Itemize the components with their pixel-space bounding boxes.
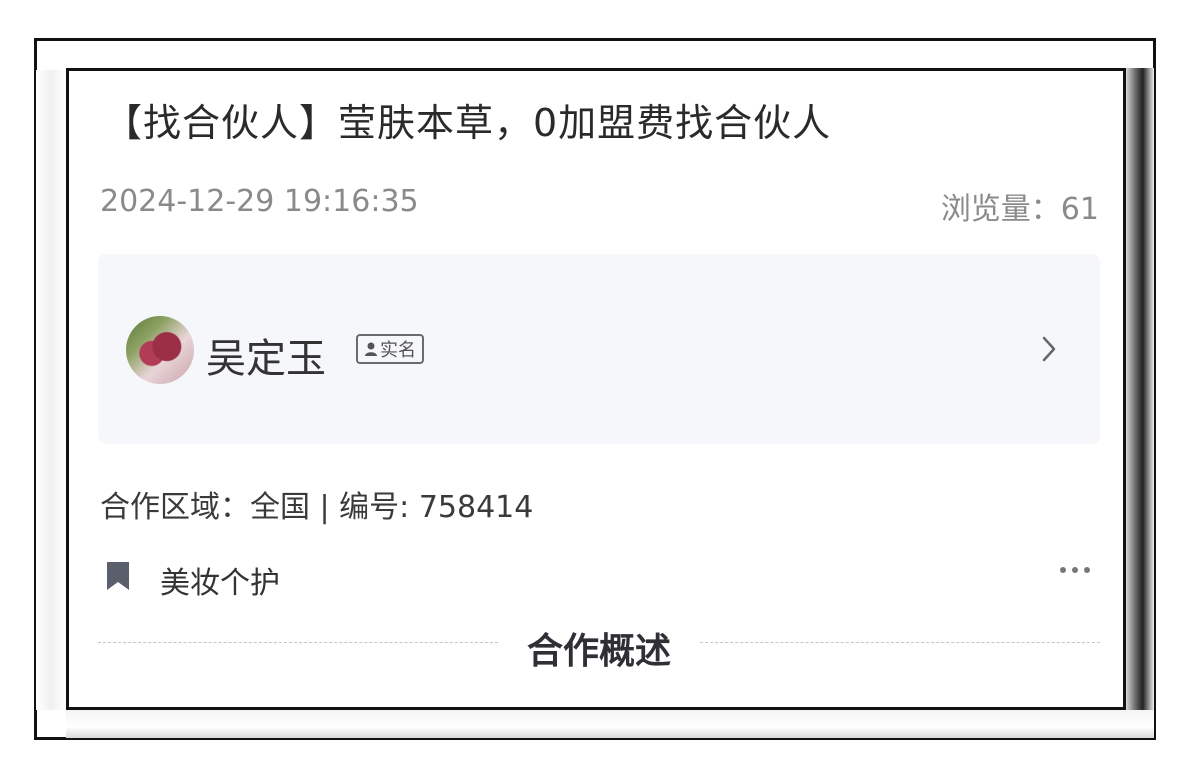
post-title: 【找合伙人】莹肤本草，0加盟费找合伙人 xyxy=(104,101,832,145)
author-card[interactable]: 吴定玉 实名 xyxy=(98,254,1100,444)
bookmark-icon xyxy=(107,562,129,590)
category-label: 美妆个护 xyxy=(160,566,280,601)
person-icon xyxy=(365,342,377,356)
more-dots-icon[interactable] xyxy=(1058,564,1092,576)
category-row: 美妆个护 xyxy=(104,558,1096,601)
divider-line-right xyxy=(700,642,1100,643)
avatar[interactable] xyxy=(126,316,194,384)
section-divider: 合作概述 xyxy=(98,622,1100,672)
frame-shade-right xyxy=(1126,68,1154,710)
section-title: 合作概述 xyxy=(526,631,671,672)
verified-badge-label: 实名 xyxy=(380,340,416,361)
author-name: 吴定玉 xyxy=(206,336,326,382)
chevron-right-icon[interactable] xyxy=(1034,332,1064,366)
region-and-id: 合作区域：全国 | 编号: 758414 xyxy=(100,490,534,525)
view-count: 浏览量：61 xyxy=(940,192,1099,227)
verified-badge: 实名 xyxy=(356,334,424,364)
frame-shade-bottom xyxy=(66,710,1154,738)
frame-shade-left xyxy=(36,70,66,710)
post-date: 2024-12-29 19:16:35 xyxy=(100,184,419,219)
